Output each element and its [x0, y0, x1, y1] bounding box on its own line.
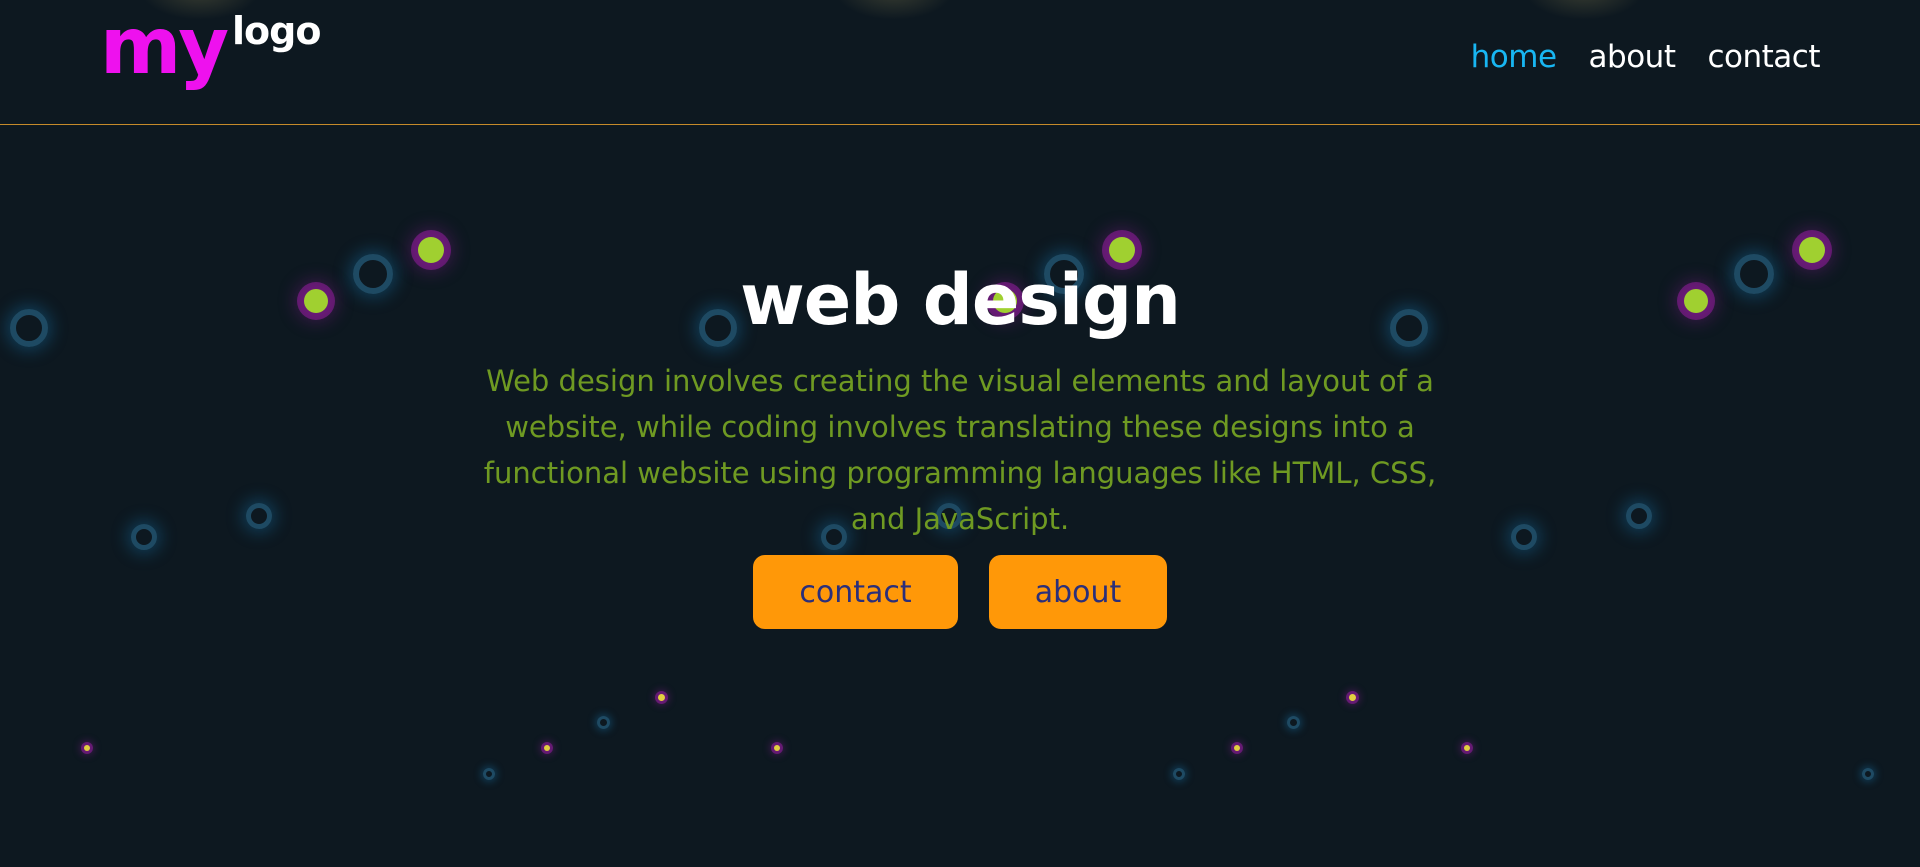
nav-home-link[interactable]: home — [1471, 42, 1557, 73]
decor-dot — [1464, 745, 1470, 751]
decor-ring — [597, 716, 610, 729]
decor-ring — [131, 524, 157, 550]
contact-button[interactable]: contact — [753, 555, 958, 629]
decor-ring — [1862, 768, 1874, 780]
decor-dot — [84, 745, 90, 751]
decor-dot — [774, 745, 780, 751]
hero-description: Web design involves creating the visual … — [483, 364, 1437, 536]
nav-contact-link[interactable]: contact — [1707, 42, 1820, 73]
top-glow — [1524, 0, 1644, 20]
decor-ring — [1173, 768, 1185, 780]
decor-dot — [1349, 694, 1356, 701]
about-button[interactable]: about — [989, 555, 1167, 629]
decor-ring — [483, 768, 495, 780]
site-logo[interactable]: my logo — [100, 4, 340, 114]
decor-dot — [544, 745, 550, 751]
decor-dot — [658, 694, 665, 701]
decor-dot — [418, 237, 444, 263]
decor-ring — [246, 503, 272, 529]
decor-dot — [1799, 237, 1825, 263]
main-nav: home about contact — [1471, 42, 1821, 73]
decor-dot — [1234, 745, 1240, 751]
site-header: my logo home about contact — [0, 0, 1920, 125]
decor-ring — [1626, 503, 1652, 529]
page: my logo home about contact web design We… — [0, 0, 1920, 867]
decor-ring — [1287, 716, 1300, 729]
decor-ring — [1511, 524, 1537, 550]
nav-about-link[interactable]: about — [1589, 42, 1676, 73]
logo-my-text: my — [100, 2, 229, 92]
hero-title: web design — [740, 259, 1181, 341]
logo-logo-text: logo — [232, 9, 321, 53]
top-glow — [834, 0, 954, 20]
